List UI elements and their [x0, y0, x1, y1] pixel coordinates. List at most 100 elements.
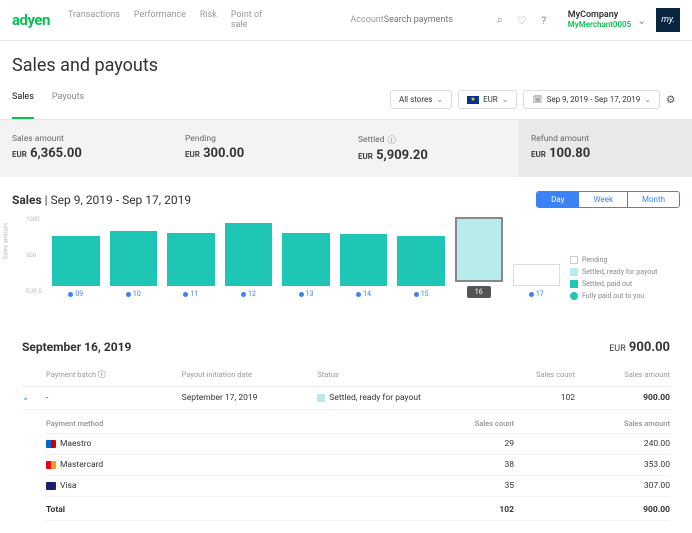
dot-icon: [183, 292, 188, 297]
total-amount: 900.00: [514, 505, 670, 515]
merchant-id: MyMerchant0005: [568, 21, 631, 30]
pm-name: Maestro: [46, 439, 358, 449]
bar-col[interactable]: 10: [110, 231, 158, 298]
cell-count: 102: [480, 393, 575, 403]
cell-status: Settled, ready for payout: [317, 393, 480, 403]
bar-col[interactable]: 09: [52, 236, 100, 298]
x-label: 13: [299, 290, 314, 298]
expand-toggle[interactable]: ⌄: [22, 393, 46, 403]
metric-value: EUR 5,909.20: [358, 148, 507, 163]
total-count: 102: [358, 505, 514, 515]
help-icon[interactable]: ?: [538, 14, 550, 26]
logo: adyen: [12, 11, 50, 29]
chart-section: Sales | Sep 9, 2019 - Sep 17, 2019 Day W…: [0, 177, 692, 328]
daterange-filter[interactable]: 🗓Sep 9, 2019 - Sep 17, 2019⌄: [523, 90, 660, 109]
detail-total: EUR 900.00: [609, 340, 670, 355]
col-pm-count: Sales count: [358, 419, 514, 428]
tab-payouts[interactable]: Payouts: [52, 92, 84, 108]
x-label: 14: [356, 290, 371, 298]
metric: Settled ⓘEUR 5,909.20: [346, 120, 519, 177]
tabs: Sales Payouts: [12, 92, 84, 108]
bell-icon[interactable]: ♡: [516, 14, 528, 26]
status-dot-icon: [317, 394, 325, 402]
company-switcher[interactable]: MyCompany MyMerchant0005 ⌄: [568, 11, 646, 30]
bar-col[interactable]: 14: [340, 234, 388, 298]
legend-swatch: [570, 280, 578, 288]
metric-value: EUR 300.00: [185, 146, 334, 161]
legend-label: Settled, paid out: [582, 280, 632, 288]
nav-performance[interactable]: Performance: [134, 10, 186, 30]
x-label: 09: [68, 290, 83, 298]
gear-icon[interactable]: ⚙: [666, 93, 680, 106]
metric-label: Refund amount: [531, 134, 680, 144]
metrics-bar: Sales amountEUR 6,365.00PendingEUR 300.0…: [0, 120, 692, 177]
dot-icon: [68, 292, 73, 297]
dot-icon: [529, 292, 534, 297]
pm-row: Maestro29240.00: [46, 434, 670, 455]
tab-sales[interactable]: Sales: [12, 92, 34, 119]
nav-risk[interactable]: Risk: [200, 10, 217, 30]
chevron-down-icon: ⌄: [502, 95, 509, 104]
metric-value: EUR 100.80: [531, 146, 680, 161]
maestro-icon: [46, 440, 56, 448]
bar-col[interactable]: 16: [455, 217, 503, 298]
bar-col[interactable]: 13: [282, 233, 330, 298]
bar: [397, 236, 445, 286]
calendar-icon: 🗓: [532, 95, 542, 104]
bar: [110, 231, 158, 286]
pm-total-row: Total 102 900.00: [46, 497, 670, 521]
bar-col[interactable]: 11: [167, 233, 215, 298]
x-label: 16: [467, 286, 491, 298]
detail-date: September 16, 2019: [22, 340, 131, 354]
dot-icon: [414, 292, 419, 297]
total-label: Total: [46, 505, 358, 515]
search-input[interactable]: [384, 15, 484, 25]
x-label: 12: [241, 290, 256, 298]
chart-area: Sales amount 1000 500 EUR 0 091011121314…: [12, 216, 560, 316]
legend-label: Pending: [582, 256, 607, 264]
pm-count: 35: [358, 481, 514, 491]
col-count: Sales count: [480, 370, 575, 379]
currency-filter[interactable]: ★EUR⌄: [458, 90, 517, 109]
chevron-down-icon: ⌄: [436, 95, 443, 104]
pm-name: Mastercard: [46, 460, 358, 470]
bar: [282, 233, 330, 286]
chart-legend: Pending Settled, ready for payout Settled,…: [570, 216, 680, 316]
avatar[interactable]: my.: [656, 8, 680, 32]
metric: Refund amount EUR 100.80: [519, 120, 692, 177]
view-month[interactable]: Month: [627, 192, 679, 207]
pm-name: Visa: [46, 481, 358, 491]
bar-col[interactable]: 15: [397, 236, 445, 298]
ytick: 1000: [26, 216, 40, 223]
bar: [513, 264, 561, 286]
col-pm: Payment method: [46, 419, 358, 428]
detail-section: September 16, 2019 EUR 900.00 Payment ba…: [0, 328, 692, 533]
view-week[interactable]: Week: [578, 192, 627, 207]
bar-col[interactable]: 17: [513, 264, 561, 298]
stores-filter[interactable]: All stores⌄: [390, 90, 452, 109]
view-day[interactable]: Day: [537, 192, 578, 207]
nav-pos[interactable]: Point of sale: [231, 10, 281, 30]
metric: PendingEUR 300.00: [173, 120, 346, 177]
info-icon[interactable]: ⓘ: [387, 134, 396, 146]
col-payout-date: Payout initiation date: [182, 370, 318, 379]
bar: [52, 236, 100, 286]
dot-icon: [126, 292, 131, 297]
pm-row: Mastercard38353.00: [46, 455, 670, 476]
x-label: 11: [183, 290, 198, 298]
chevron-down-icon: ⌄: [637, 14, 646, 27]
batch-row: ⌄ - September 17, 2019 Settled, ready fo…: [22, 387, 670, 410]
legend-label: Settled, ready for payout: [582, 268, 657, 276]
legend-item: Pending: [570, 256, 680, 264]
dot-icon: [241, 292, 246, 297]
metric-value: EUR 6,365.00: [12, 146, 161, 161]
x-label: 15: [414, 290, 429, 298]
chart-title: Sales | Sep 9, 2019 - Sep 17, 2019: [12, 193, 191, 207]
search-icon[interactable]: ⌕: [494, 14, 506, 26]
nav-account[interactable]: Account: [350, 15, 383, 25]
col-amount: Sales amount: [575, 370, 670, 379]
nav-transactions[interactable]: Transactions: [68, 10, 120, 30]
payment-method-table: Payment method Sales count Sales amount …: [46, 414, 670, 521]
info-icon[interactable]: ⓘ: [98, 370, 106, 379]
bar-col[interactable]: 12: [225, 223, 273, 298]
